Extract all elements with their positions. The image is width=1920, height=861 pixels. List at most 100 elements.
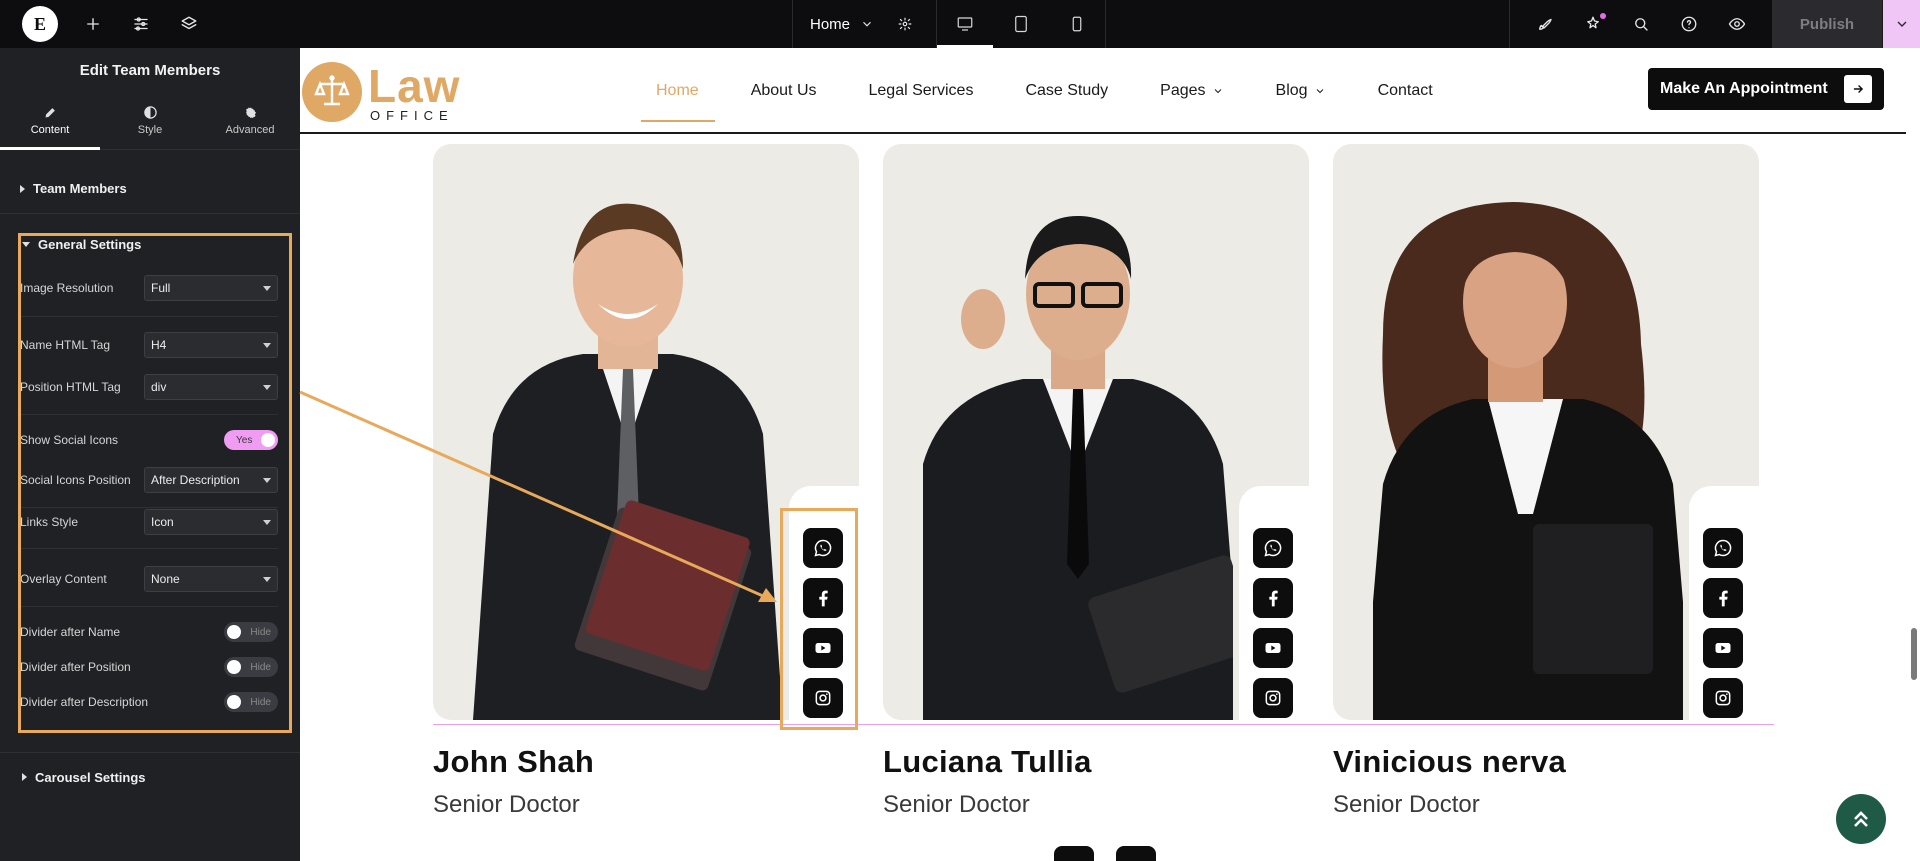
team-member-photo <box>473 203 783 720</box>
section-carousel-settings[interactable]: Carousel Settings <box>0 762 300 792</box>
youtube-icon[interactable] <box>1703 628 1743 668</box>
whatsapp-icon[interactable] <box>1703 528 1743 568</box>
search-icon[interactable] <box>1628 11 1654 37</box>
member-position: Senior Doctor <box>883 791 1030 818</box>
instagram-icon[interactable] <box>1703 678 1743 718</box>
tab-style[interactable]: Style <box>100 92 200 149</box>
back-to-top-button[interactable] <box>1836 794 1886 844</box>
desktop-icon[interactable] <box>937 0 993 48</box>
nav-item-case-study[interactable]: Case Study <box>1025 48 1108 134</box>
contrast-icon <box>143 106 157 119</box>
member-name: Luciana Tullia <box>883 744 1092 779</box>
page-selector[interactable]: Home <box>792 0 936 48</box>
carousel-prev-button[interactable] <box>1054 846 1094 861</box>
preview-eye-icon[interactable] <box>1724 11 1750 37</box>
responsive-mode-switcher <box>936 0 1106 48</box>
member-position: Senior Doctor <box>433 791 580 818</box>
editor-topbar: E Home Publish <box>0 0 1920 48</box>
section-team-members-label: Team Members <box>33 181 127 196</box>
logo-text: Law OFFICE <box>368 63 460 122</box>
arrow-right-icon <box>1844 75 1872 103</box>
topbar-tools <box>1509 0 1772 48</box>
facebook-icon[interactable] <box>1253 578 1293 618</box>
social-icons-highlight-box <box>780 508 858 730</box>
nav-item-legal-services-label: Legal Services <box>868 82 974 99</box>
notifications-icon[interactable] <box>1580 11 1606 37</box>
tab-advanced[interactable]: Advanced <box>200 92 300 149</box>
whatsapp-icon[interactable] <box>1253 528 1293 568</box>
publish-button[interactable]: Publish <box>1772 0 1882 48</box>
section-carousel-settings-label: Carousel Settings <box>35 769 146 785</box>
publish-options-chevron-icon[interactable] <box>1882 0 1920 48</box>
nav-item-home-label: Home <box>656 82 699 99</box>
tablet-icon[interactable] <box>993 0 1049 48</box>
member-name: John Shah <box>433 744 595 779</box>
nav-item-contact[interactable]: Contact <box>1378 48 1433 134</box>
team-member-card: Luciana Tullia Senior Doctor <box>883 144 1309 818</box>
canvas-scrollbar[interactable] <box>1908 134 1920 861</box>
scales-of-justice-icon <box>302 62 362 122</box>
layers-icon[interactable] <box>176 11 202 37</box>
member-position: Senior Doctor <box>1333 791 1480 818</box>
tab-content-label: Content <box>30 124 70 136</box>
chevron-down-icon <box>1214 89 1221 94</box>
section-team-members[interactable]: Team Members <box>0 164 300 214</box>
page-selector-area: Home <box>792 0 936 48</box>
topbar-left: E <box>0 0 202 48</box>
youtube-icon[interactable] <box>1253 628 1293 668</box>
team-member-card: Vinicious nerva Senior Doctor <box>1333 144 1759 818</box>
nav-item-pages-label: Pages <box>1160 82 1206 99</box>
instagram-icon[interactable] <box>1253 678 1293 718</box>
chevron-down-icon <box>1316 89 1323 94</box>
nav-item-legal-services[interactable]: Legal Services <box>869 48 974 134</box>
member-name: Vinicious nerva <box>1333 744 1567 779</box>
carousel-navigation <box>1054 846 1156 861</box>
nav-item-contact-label: Contact <box>1377 82 1433 99</box>
team-member-photo <box>1373 202 1683 720</box>
topbar-right: Publish <box>1509 0 1920 48</box>
nav-item-about-us-label: About Us <box>750 82 817 99</box>
divider <box>0 752 300 753</box>
team-member-photo <box>923 215 1233 720</box>
mobile-icon[interactable] <box>1049 0 1105 48</box>
nav-item-case-study-label: Case Study <box>1025 82 1109 99</box>
preview-canvas: Law OFFICE Home About Us Legal Services … <box>300 48 1920 861</box>
sliders-icon[interactable] <box>128 11 154 37</box>
carousel-next-button[interactable] <box>1116 846 1156 861</box>
tab-style-label: Style <box>137 124 163 136</box>
page-selector-label: Home <box>810 15 851 33</box>
elementor-logo[interactable]: E <box>22 6 58 42</box>
help-icon[interactable] <box>1676 11 1702 37</box>
notification-dot <box>1600 13 1606 19</box>
nav-item-home[interactable]: Home <box>641 48 715 134</box>
nav-item-blog[interactable]: Blog <box>1276 48 1326 134</box>
caret-right-icon <box>20 184 25 193</box>
caret-right-icon <box>22 773 27 781</box>
main-navigation: Home About Us Legal Services Case Study … <box>641 48 1485 134</box>
tab-content[interactable]: Content <box>0 92 100 150</box>
tab-advanced-label: Advanced <box>225 124 275 136</box>
plus-icon[interactable] <box>80 11 106 37</box>
nav-item-blog-label: Blog <box>1275 82 1308 99</box>
double-chevron-up-icon <box>1854 811 1868 827</box>
page-settings-gear-icon[interactable] <box>892 11 918 37</box>
chevron-down-icon <box>863 21 871 27</box>
social-icons <box>1703 528 1743 718</box>
nav-item-about-us[interactable]: About Us <box>751 48 817 134</box>
make-appointment-label: Make An Appointment <box>1660 80 1828 97</box>
site-header: Law OFFICE Home About Us Legal Services … <box>300 48 1906 134</box>
social-icons <box>1253 528 1293 718</box>
site-logo[interactable]: Law OFFICE <box>302 62 460 122</box>
nav-item-pages[interactable]: Pages <box>1160 48 1223 134</box>
gear-icon <box>245 107 256 119</box>
scrollbar-thumb[interactable] <box>1911 628 1917 680</box>
logo-main-text: Law <box>368 59 461 112</box>
panel-title: Edit Team Members <box>79 61 221 79</box>
rocket-icon[interactable] <box>1532 11 1558 37</box>
logo-sub-text: OFFICE <box>370 107 454 123</box>
general-settings-highlight-box <box>18 233 292 733</box>
pencil-icon <box>45 108 55 118</box>
elementor-logo-letter: E <box>33 13 46 34</box>
facebook-icon[interactable] <box>1703 578 1743 618</box>
make-appointment-button[interactable]: Make An Appointment <box>1648 68 1884 110</box>
